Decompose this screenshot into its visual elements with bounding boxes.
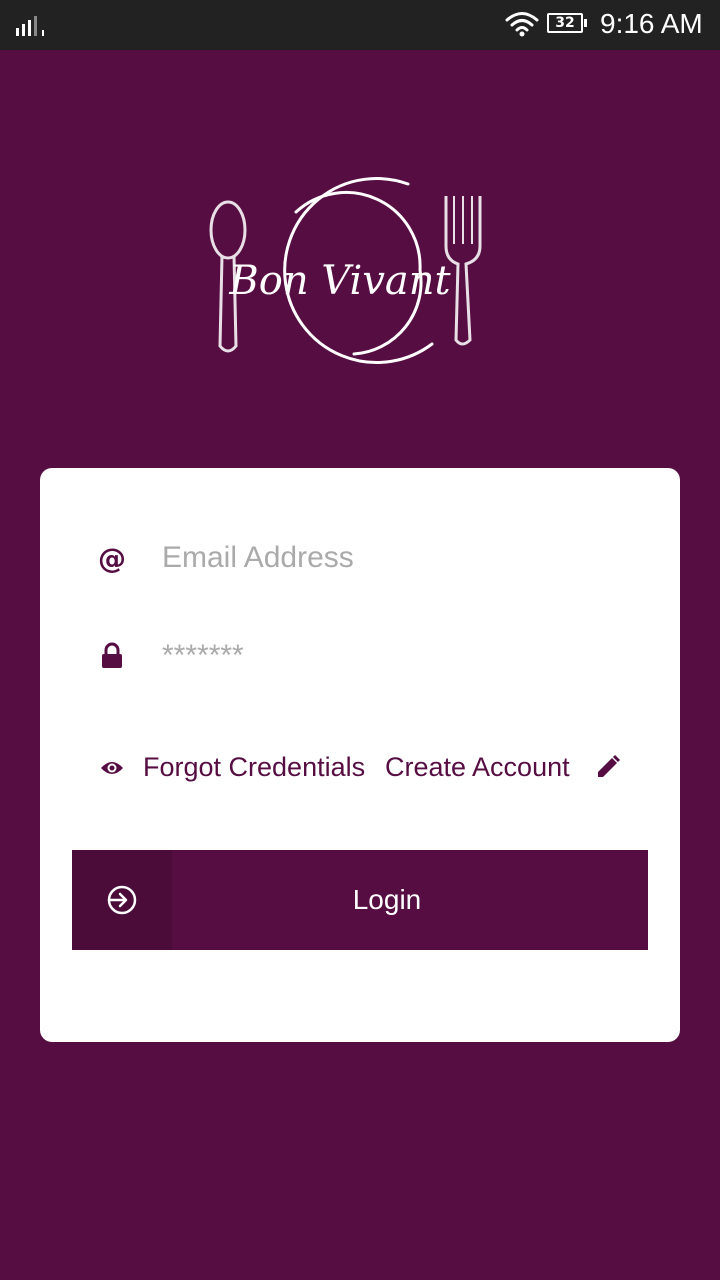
wifi-icon [505, 12, 539, 37]
lock-icon [96, 640, 128, 672]
pencil-icon[interactable] [595, 754, 621, 780]
at-icon: @ [98, 541, 126, 575]
bon-vivant-logo: Bon Vivant [209, 177, 482, 364]
battery-icon: 32 [547, 13, 587, 33]
login-arrow-icon [107, 885, 137, 915]
password-input[interactable] [162, 634, 612, 678]
status-time: 9:16 AM [600, 8, 703, 39]
login-button[interactable]: Login [72, 850, 648, 950]
create-account-link[interactable]: Create Account [385, 752, 570, 783]
login-card: @ Forgot Credentials Create Account [40, 468, 680, 1042]
login-icon-box [72, 850, 172, 950]
eye-icon [101, 762, 123, 774]
signal-icon [16, 16, 44, 36]
login-button-label: Login [352, 884, 422, 915]
battery-level: 32 [555, 15, 575, 31]
email-input[interactable] [162, 536, 612, 580]
credential-links: Forgot Credentials Create Account [96, 748, 636, 788]
password-field [96, 626, 626, 686]
status-bar: 32 9:16 AM [0, 0, 720, 50]
email-field: @ [96, 528, 626, 588]
forgot-credentials-link[interactable]: Forgot Credentials [143, 752, 365, 783]
logo-text: Bon Vivant [228, 258, 451, 304]
